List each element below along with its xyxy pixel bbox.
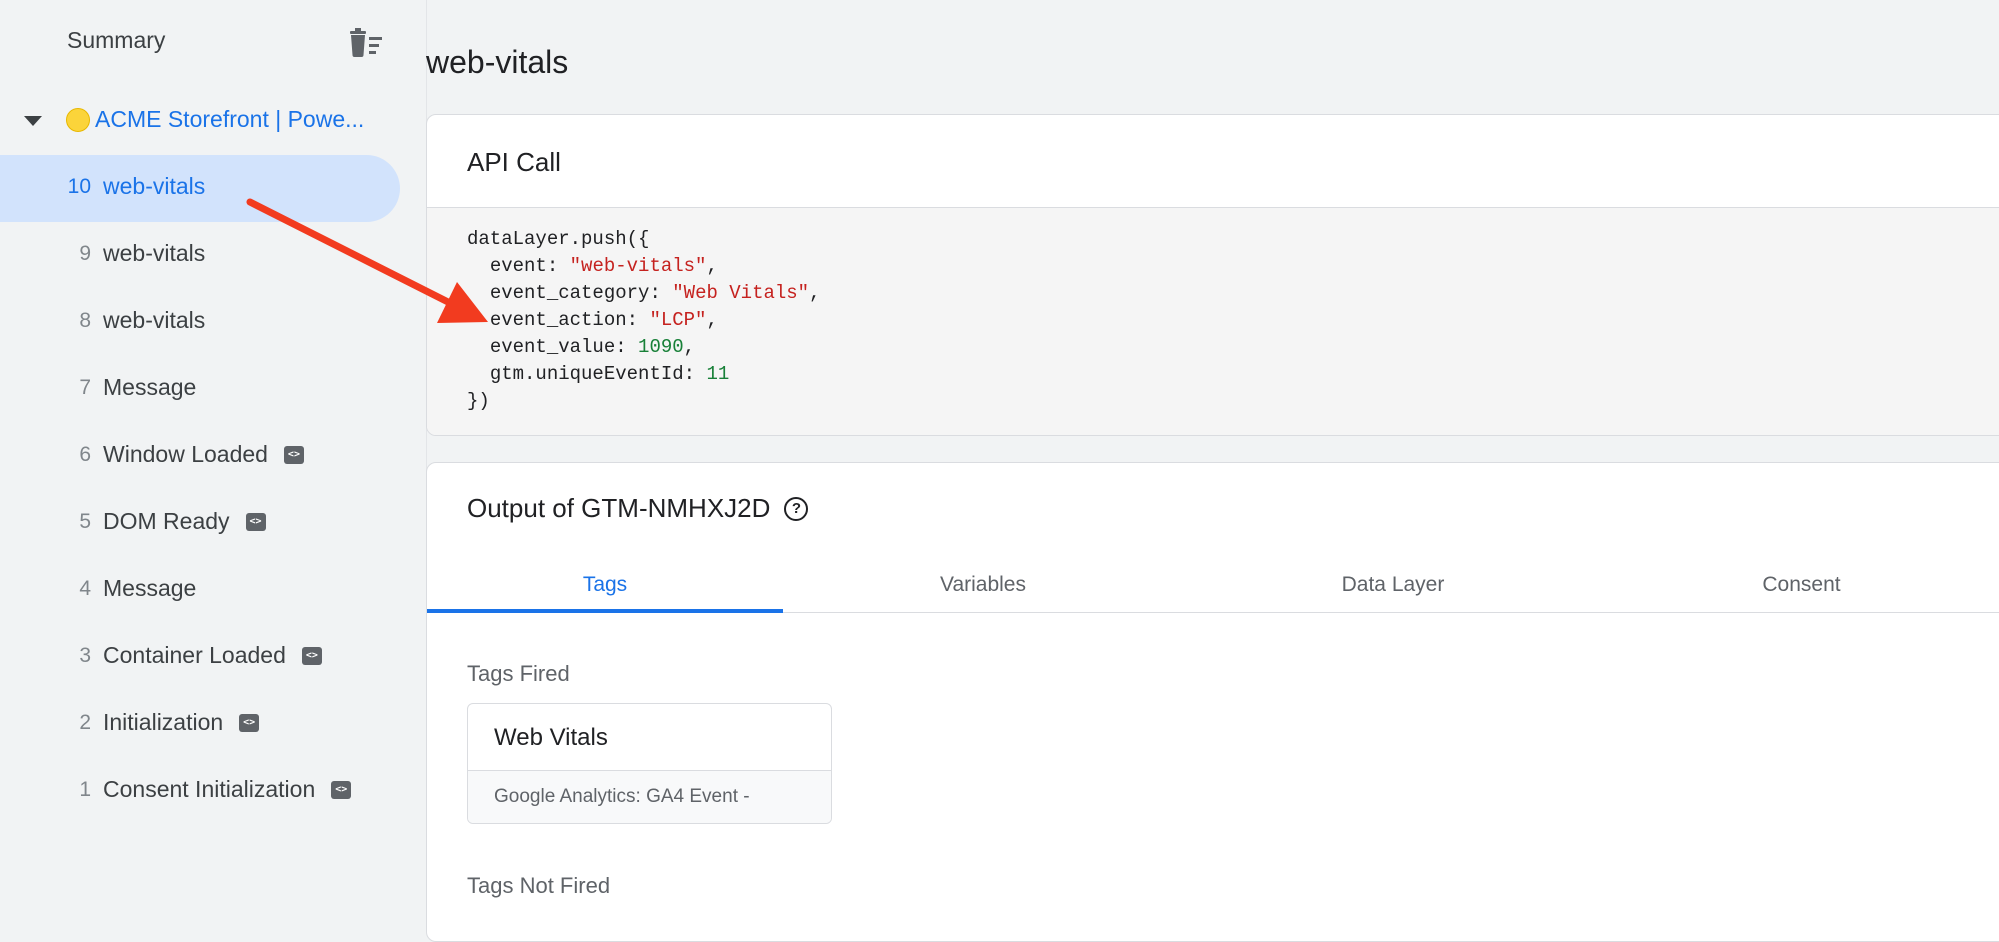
event-number: 2 bbox=[79, 711, 91, 734]
event-item[interactable]: 8 web-vitals bbox=[0, 289, 426, 356]
event-label-group: Message bbox=[103, 575, 196, 602]
tab-tags[interactable]: Tags bbox=[427, 558, 783, 613]
event-label-group: Consent Initialization <> bbox=[103, 776, 352, 803]
sidebar: Summary ACME Storefront | Powe... 10 web-… bbox=[0, 0, 427, 915]
event-item[interactable]: 6 Window Loaded <> bbox=[0, 423, 426, 490]
event-number: 3 bbox=[79, 644, 91, 667]
event-number: 9 bbox=[79, 242, 91, 265]
event-label: Consent Initialization bbox=[103, 776, 316, 802]
event-title: web-vitals bbox=[426, 44, 569, 80]
event-label-group: Container Loaded <> bbox=[103, 642, 322, 669]
event-number: 8 bbox=[79, 309, 91, 332]
delete-sweep-icon[interactable] bbox=[348, 27, 384, 59]
code-key: gtm.uniqueEventId bbox=[489, 363, 684, 385]
tag-name: Web Vitals bbox=[494, 724, 608, 751]
event-label-group: web-vitals bbox=[103, 307, 205, 334]
event-label-group: Initialization <> bbox=[103, 709, 260, 736]
code-value: 1090 bbox=[638, 336, 684, 358]
code-key: event_action bbox=[489, 309, 627, 331]
code-badge-icon: <> bbox=[245, 512, 266, 531]
event-item[interactable]: 3 Container Loaded <> bbox=[0, 624, 426, 691]
event-item[interactable]: 9 web-vitals bbox=[0, 222, 426, 289]
code-badge-icon: <> bbox=[283, 445, 304, 464]
code-badge-icon: <> bbox=[331, 780, 352, 799]
code-open: dataLayer.push({ bbox=[467, 228, 650, 250]
tab-bar: Tags Variables Data Layer Consent bbox=[427, 558, 1999, 613]
event-list: 10 web-vitals 9 web-vitals 8 web-vitals 7 Messa… bbox=[0, 155, 426, 825]
tags-fired-heading: Tags Fired bbox=[467, 661, 570, 686]
code-key: event_category bbox=[489, 282, 650, 304]
page-title-link[interactable]: ACME Storefront | Powe... bbox=[95, 106, 385, 133]
code-key: event bbox=[489, 255, 547, 277]
output-title-text: Output of GTM-NMHXJ2D bbox=[467, 493, 771, 523]
tab-data-layer[interactable]: Data Layer bbox=[1183, 558, 1603, 612]
api-call-title: API Call bbox=[467, 147, 561, 177]
event-label: Container Loaded bbox=[103, 642, 286, 668]
event-item[interactable]: 5 DOM Ready <> bbox=[0, 490, 426, 557]
event-label: Window Loaded bbox=[103, 441, 268, 467]
yellow-status-dot-icon bbox=[66, 108, 90, 132]
output-title: Output of GTM-NMHXJ2D ? bbox=[467, 493, 809, 524]
event-number: 6 bbox=[79, 443, 91, 466]
event-item[interactable]: 4 Message bbox=[0, 557, 426, 624]
summary-link[interactable]: Summary bbox=[67, 27, 165, 54]
event-label-group: Window Loaded <> bbox=[103, 441, 304, 468]
event-label: web-vitals bbox=[103, 240, 206, 266]
event-label-group: web-vitals bbox=[103, 240, 205, 267]
event-number: 1 bbox=[79, 778, 91, 801]
tags-not-fired-heading: Tags Not Fired bbox=[467, 873, 611, 898]
event-item[interactable]: 7 Message bbox=[0, 356, 426, 423]
event-number: 10 bbox=[67, 175, 91, 198]
event-number: 4 bbox=[79, 577, 91, 600]
code-badge-icon: <> bbox=[239, 713, 260, 732]
code-value: "Web Vitals" bbox=[672, 282, 810, 304]
event-label-group: web-vitals bbox=[103, 173, 205, 200]
event-item[interactable]: 2 Initialization <> bbox=[0, 691, 426, 758]
code-key: event_value bbox=[489, 336, 616, 358]
code-close: }) bbox=[467, 390, 490, 412]
tag-status: Google Analytics: GA4 Event - Succeeded bbox=[468, 770, 831, 823]
code-value: "LCP" bbox=[649, 309, 707, 331]
tab-variables[interactable]: Variables bbox=[783, 558, 1183, 612]
event-label: DOM Ready bbox=[103, 508, 230, 534]
event-label: Message bbox=[103, 374, 197, 400]
event-number: 5 bbox=[79, 510, 91, 533]
event-label: web-vitals bbox=[103, 173, 206, 199]
event-number: 7 bbox=[79, 376, 91, 399]
page-entry[interactable]: ACME Storefront | Powe... bbox=[0, 98, 426, 146]
api-call-card: API Call dataLayer.push({ event: "web-vi… bbox=[426, 114, 1999, 436]
event-label-group: DOM Ready <> bbox=[103, 508, 266, 535]
api-call-header: API Call bbox=[427, 115, 1999, 208]
tag-card[interactable]: Web Vitals Google Analytics: GA4 Event -… bbox=[467, 703, 832, 824]
event-item[interactable]: 10 web-vitals bbox=[0, 155, 400, 222]
event-label: Initialization bbox=[103, 709, 224, 735]
event-label: web-vitals bbox=[103, 307, 206, 333]
event-label: Message bbox=[103, 575, 197, 601]
event-item[interactable]: 1 Consent Initialization <> bbox=[0, 758, 426, 825]
code-block: dataLayer.push({ event: "web-vitals", ev… bbox=[427, 208, 1999, 435]
code-value: 11 bbox=[706, 363, 730, 385]
code-value: "web-vitals" bbox=[569, 255, 707, 277]
code-badge-icon: <> bbox=[301, 646, 322, 665]
output-card: Output of GTM-NMHXJ2D ? Tags Variables Dat… bbox=[426, 462, 1999, 942]
caret-down-icon[interactable] bbox=[24, 116, 42, 126]
event-label-group: Message bbox=[103, 374, 196, 401]
tab-consent[interactable]: Consent bbox=[1603, 558, 1999, 612]
help-icon[interactable]: ? bbox=[784, 496, 809, 521]
